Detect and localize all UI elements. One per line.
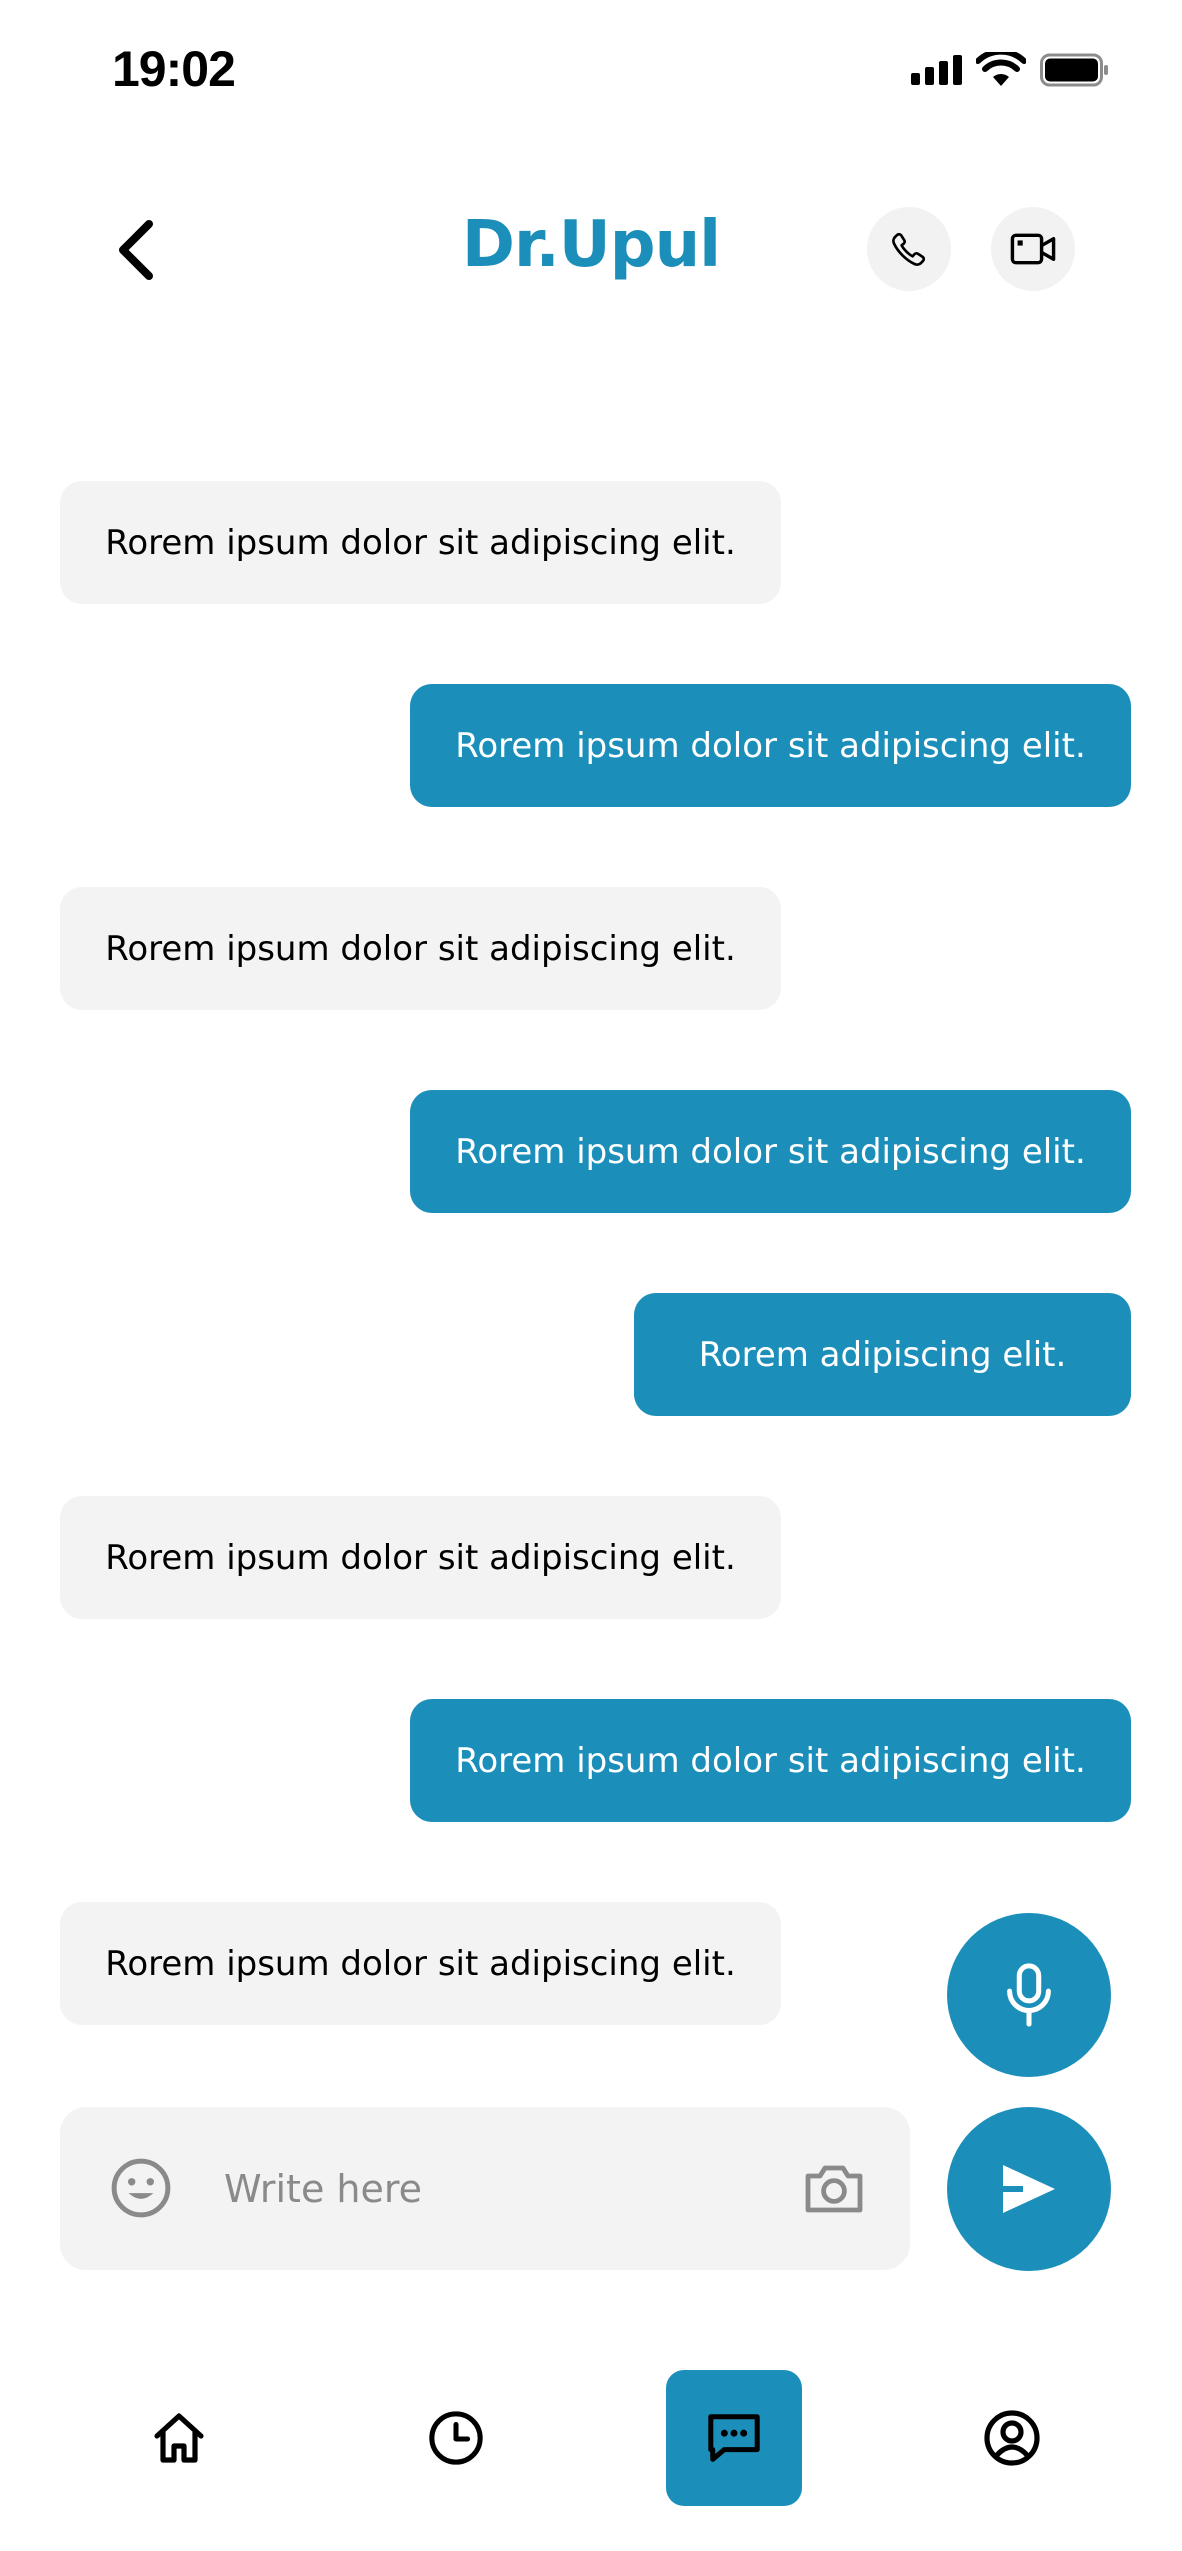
call-button[interactable]: [867, 207, 951, 291]
incoming-message[interactable]: Rorem ipsum dolor sit adipiscing elit.: [60, 481, 781, 604]
chat-icon: [708, 2414, 760, 2462]
incoming-message[interactable]: Rorem ipsum dolor sit adipiscing elit.: [60, 1496, 781, 1619]
outgoing-message[interactable]: Rorem adipiscing elit.: [634, 1293, 1131, 1416]
send-button[interactable]: [947, 2107, 1111, 2271]
message-composer: [60, 2107, 910, 2270]
emoji-icon: [111, 2158, 171, 2218]
battery-icon: [1040, 53, 1108, 87]
nav-home[interactable]: [111, 2370, 247, 2506]
nav-chat[interactable]: [666, 2370, 802, 2506]
home-icon: [154, 2413, 204, 2463]
message-input[interactable]: [224, 2147, 784, 2231]
phone-icon: [892, 232, 926, 266]
send-icon: [1003, 2165, 1055, 2213]
voice-message-button[interactable]: [947, 1913, 1111, 2077]
status-bar: 19:02: [0, 0, 1182, 150]
outgoing-message[interactable]: Rorem ipsum dolor sit adipiscing elit.: [410, 684, 1131, 807]
outgoing-message[interactable]: Rorem ipsum dolor sit adipiscing elit.: [410, 1699, 1131, 1822]
outgoing-message[interactable]: Rorem ipsum dolor sit adipiscing elit.: [410, 1090, 1131, 1213]
signal-icon: [911, 55, 962, 85]
nav-profile[interactable]: [944, 2370, 1080, 2506]
bottom-navigation: [0, 2370, 1182, 2510]
camera-icon: [805, 2165, 863, 2213]
video-camera-icon: [1010, 233, 1056, 265]
clock-icon: [429, 2411, 483, 2465]
emoji-button[interactable]: [110, 2157, 172, 2219]
chat-header: Dr.Upul: [0, 190, 1182, 310]
incoming-message[interactable]: Rorem ipsum dolor sit adipiscing elit.: [60, 887, 781, 1010]
video-call-button[interactable]: [991, 207, 1075, 291]
camera-button[interactable]: [804, 2160, 864, 2216]
user-circle-icon: [984, 2410, 1040, 2466]
wifi-icon: [976, 52, 1026, 86]
status-icons: [911, 52, 1110, 88]
status-time: 19:02: [112, 41, 236, 97]
incoming-message[interactable]: Rorem ipsum dolor sit adipiscing elit.: [60, 1902, 781, 2025]
nav-history[interactable]: [388, 2370, 524, 2506]
microphone-icon: [1007, 1963, 1051, 2027]
